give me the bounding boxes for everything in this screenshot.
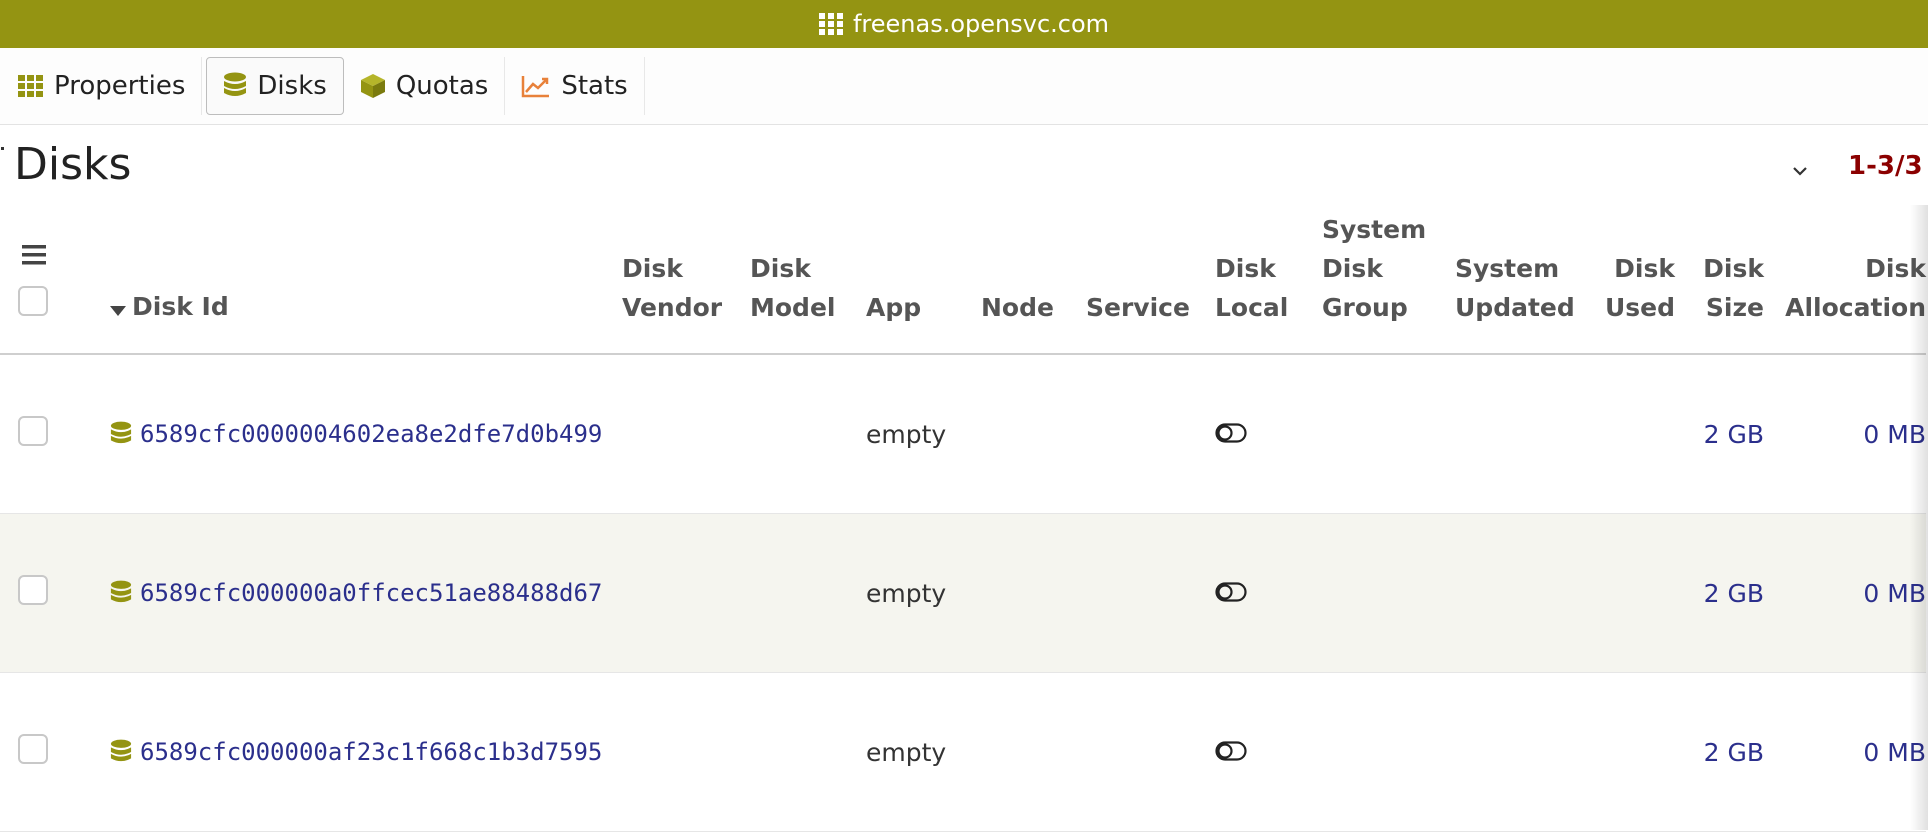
column-disk-allocation[interactable]: Disk Allocation: [1764, 210, 1926, 354]
column-app[interactable]: App: [866, 210, 981, 354]
select-column-header: [0, 210, 110, 354]
menu-icon[interactable]: [22, 237, 110, 276]
database-icon: [110, 580, 132, 606]
disk-model-cell: [750, 513, 866, 673]
tab-bar: Properties Disks Quotas Stats: [0, 48, 1928, 125]
row-select-cell: [0, 354, 110, 514]
disk-id-link[interactable]: 6589cfc0000004602ea8e2dfe7d0b499: [140, 420, 602, 448]
system-disk-group-cell: [1322, 672, 1455, 832]
table-row: 6589cfc000000a0ffcec51ae88488d67 empty 2…: [0, 513, 1926, 673]
app-cell: empty: [866, 513, 981, 673]
disk-size-cell: 2 GB: [1675, 672, 1764, 832]
row-select-cell: [0, 513, 110, 673]
app-cell: empty: [866, 672, 981, 832]
disk-id-cell: 6589cfc000000af23c1f668c1b3d7595: [110, 672, 622, 832]
disk-local-cell: [1215, 354, 1322, 514]
row-select-cell: [0, 672, 110, 832]
column-node[interactable]: Node: [981, 210, 1086, 354]
column-system-disk-group[interactable]: System Disk Group: [1322, 210, 1455, 354]
node-cell: [981, 354, 1086, 514]
column-disk-model[interactable]: Disk Model: [750, 210, 866, 354]
column-disk-vendor[interactable]: Disk Vendor: [622, 210, 750, 354]
tab-label: Disks: [257, 71, 327, 101]
disk-used-cell: [1575, 672, 1675, 832]
service-cell: [1086, 513, 1215, 673]
select-all-checkbox[interactable]: [18, 286, 48, 316]
disk-allocation-cell: 0 MB: [1764, 513, 1926, 673]
database-icon: [223, 72, 247, 100]
column-disk-size[interactable]: Disk Size: [1675, 210, 1764, 354]
toggle-off-icon: [1215, 738, 1247, 767]
sort-desc-icon: [110, 288, 126, 327]
disk-id-link[interactable]: 6589cfc000000af23c1f668c1b3d7595: [140, 738, 602, 766]
database-icon: [110, 421, 132, 447]
table-row: 6589cfc0000004602ea8e2dfe7d0b499 empty 2…: [0, 354, 1926, 514]
tab-label: Properties: [54, 71, 186, 101]
column-disk-used[interactable]: Disk Used: [1575, 210, 1675, 354]
tab-stats[interactable]: Stats: [505, 57, 645, 115]
section-header: Disks 1-3/3: [0, 125, 1928, 211]
disk-allocation-cell: 0 MB: [1764, 672, 1926, 832]
disk-size-cell: 2 GB: [1675, 513, 1764, 673]
toggle-off-icon: [1215, 579, 1247, 608]
service-cell: [1086, 672, 1215, 832]
column-disk-local[interactable]: Disk Local: [1215, 210, 1322, 354]
chevron-down-icon[interactable]: [1792, 161, 1808, 180]
tab-properties[interactable]: Properties: [0, 57, 203, 115]
disks-table: Disk Id Disk Vendor Disk Model App Node …: [0, 210, 1926, 832]
disk-id-cell: 6589cfc000000a0ffcec51ae88488d67: [110, 513, 622, 673]
horizontal-scroll-shadow: [1910, 205, 1928, 830]
disk-used-cell: [1575, 513, 1675, 673]
service-cell: [1086, 354, 1215, 514]
disk-local-cell: [1215, 513, 1322, 673]
disk-vendor-cell: [622, 672, 750, 832]
marker-dot: [1, 147, 4, 150]
tab-quotas[interactable]: Quotas: [344, 57, 506, 115]
tab-label: Stats: [561, 71, 628, 101]
column-system-updated[interactable]: System Updated: [1455, 210, 1575, 354]
node-cell: [981, 513, 1086, 673]
disk-allocation-cell: 0 MB: [1764, 354, 1926, 514]
chart-line-icon: [521, 74, 551, 98]
disk-used-cell: [1575, 354, 1675, 514]
disk-id-link[interactable]: 6589cfc000000a0ffcec51ae88488d67: [140, 579, 602, 607]
tab-disks[interactable]: Disks: [206, 57, 344, 115]
grid-icon: [18, 75, 44, 97]
box-icon: [360, 73, 386, 99]
disk-model-cell: [750, 354, 866, 514]
system-updated-cell: [1455, 513, 1575, 673]
table-row: 6589cfc000000af23c1f668c1b3d7595 empty 2…: [0, 672, 1926, 832]
pager[interactable]: 1-3/3: [1848, 151, 1923, 181]
system-disk-group-cell: [1322, 354, 1455, 514]
disk-vendor-cell: [622, 354, 750, 514]
disk-size-cell: 2 GB: [1675, 354, 1764, 514]
row-checkbox[interactable]: [18, 734, 48, 764]
database-icon: [110, 739, 132, 765]
table-header-row: Disk Id Disk Vendor Disk Model App Node …: [0, 210, 1926, 354]
grid-icon: [818, 13, 843, 35]
disk-vendor-cell: [622, 513, 750, 673]
system-updated-cell: [1455, 672, 1575, 832]
window-title: freenas.opensvc.com: [852, 10, 1110, 38]
row-checkbox[interactable]: [18, 575, 48, 605]
page-title: Disks: [14, 139, 132, 190]
disk-model-cell: [750, 672, 866, 832]
disk-id-cell: 6589cfc0000004602ea8e2dfe7d0b499: [110, 354, 622, 514]
disk-local-cell: [1215, 672, 1322, 832]
tab-label: Quotas: [395, 71, 489, 101]
app-cell: empty: [866, 354, 981, 514]
row-checkbox[interactable]: [18, 416, 48, 446]
system-disk-group-cell: [1322, 513, 1455, 673]
node-cell: [981, 672, 1086, 832]
column-disk-id[interactable]: Disk Id: [110, 210, 622, 354]
system-updated-cell: [1455, 354, 1575, 514]
column-service[interactable]: Service: [1086, 210, 1215, 354]
top-bar: freenas.opensvc.com: [0, 0, 1928, 48]
toggle-off-icon: [1215, 420, 1247, 449]
